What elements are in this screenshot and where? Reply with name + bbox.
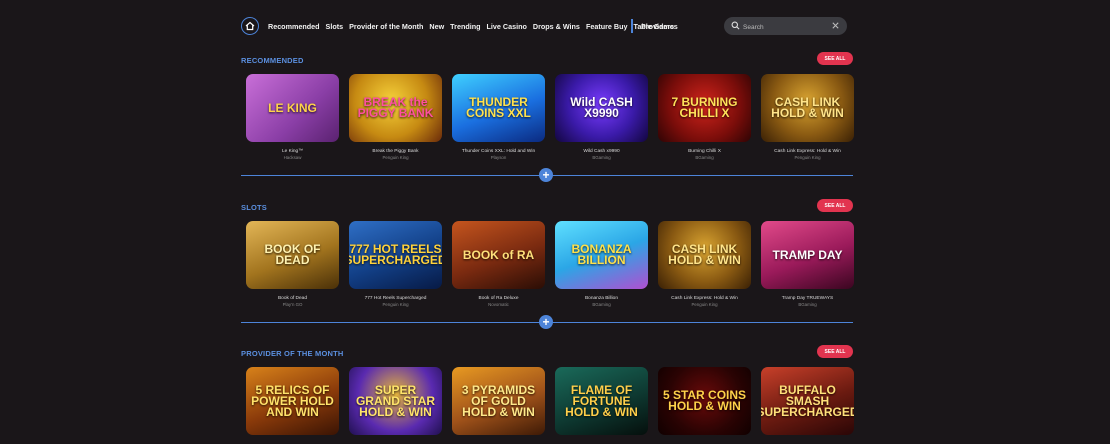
- plus-icon: +: [542, 315, 550, 329]
- game-name: Cash Link Express: Hold & Win: [774, 149, 841, 154]
- see-all-button[interactable]: SEE ALL: [817, 199, 853, 212]
- game-tile[interactable]: SUPER GRAND STAR HOLD & WIN: [349, 367, 442, 435]
- game-provider: Novomatic: [488, 302, 509, 307]
- section-title: PROVIDER OF THE MONTH: [241, 349, 344, 358]
- game-tile[interactable]: CASH LINK HOLD & WIN Cash Link Express: …: [761, 74, 854, 160]
- section-recommended: RECOMMENDED SEE ALL LE KING Le King™ Hac…: [241, 52, 854, 186]
- game-provider: Hacksaw: [283, 155, 302, 160]
- game-name: Book of Dead: [277, 296, 308, 301]
- game-tile[interactable]: Wild CASH X9990 Wild Cash x9990 BGaming: [555, 74, 648, 160]
- search-box: [724, 17, 847, 35]
- nav-slots[interactable]: Slots: [326, 22, 344, 31]
- home-icon: [245, 21, 255, 31]
- game-tile[interactable]: BUFFALO SMASH SUPERCHARGED: [761, 367, 854, 435]
- game-name: Thunder Coins XXL: Hold and Win: [461, 149, 536, 154]
- game-provider: BGaming: [592, 302, 611, 307]
- game-name: Le King™: [281, 149, 304, 154]
- game-name: Break the Piggy Bank: [372, 149, 419, 154]
- game-tile[interactable]: LE KING Le King™ Hacksaw: [246, 74, 339, 160]
- top-nav: Recommended Slots Provider of the Month …: [241, 17, 853, 37]
- nav-recommended[interactable]: Recommended: [268, 22, 320, 31]
- nav-feature-buy[interactable]: Feature Buy: [586, 22, 628, 31]
- game-tile[interactable]: BOOK OF DEAD Book of Dead Play'n GO: [246, 221, 339, 307]
- game-provider: Playson: [490, 155, 507, 160]
- home-button[interactable]: [241, 17, 259, 35]
- game-thumbnail[interactable]: 3 PYRAMIDS OF GOLD HOLD & WIN: [452, 367, 545, 435]
- game-tile[interactable]: BONANZA BILLION Bonanza Billion BGaming: [555, 221, 648, 307]
- game-name: Book of Ra Deluxe: [478, 296, 519, 301]
- game-provider: BGaming: [798, 302, 817, 307]
- section-provider-of-the-month: PROVIDER OF THE MONTH SEE ALL 5 RELICS O…: [241, 345, 854, 444]
- nav-live-casino[interactable]: Live Casino: [487, 22, 527, 31]
- plus-icon: +: [542, 168, 550, 182]
- game-provider: BGaming: [592, 155, 611, 160]
- section-title: RECOMMENDED: [241, 56, 304, 65]
- game-name: Wild Cash x9990: [583, 149, 620, 154]
- nav-providers[interactable]: Providers: [641, 22, 674, 31]
- nav-drops-wins[interactable]: Drops & Wins: [533, 22, 580, 31]
- game-tile[interactable]: 777 HOT REELS SUPERCHARGED 777 Hot Reels…: [349, 221, 442, 307]
- nav-provider-of-the-month[interactable]: Provider of the Month: [349, 22, 423, 31]
- game-name: Tramp Day TRUEWAYS: [781, 296, 834, 301]
- game-provider: Penguin King: [382, 155, 409, 160]
- game-name: 777 Hot Reels Supercharged: [364, 296, 427, 301]
- game-tile[interactable]: BOOK of RA Book of Ra Deluxe Novomatic: [452, 221, 545, 307]
- search-icon: [731, 21, 740, 30]
- expand-button[interactable]: +: [539, 315, 553, 329]
- game-provider: BGaming: [695, 155, 714, 160]
- game-thumbnail[interactable]: SUPER GRAND STAR HOLD & WIN: [349, 367, 442, 435]
- game-thumbnail[interactable]: CASH LINK HOLD & WIN: [658, 221, 751, 289]
- nav-new[interactable]: New: [429, 22, 444, 31]
- game-thumbnail[interactable]: BUFFALO SMASH SUPERCHARGED: [761, 367, 854, 435]
- game-name: Burning Chilli X: [688, 149, 721, 154]
- game-thumbnail[interactable]: BREAK the PIGGY BANK: [349, 74, 442, 142]
- game-thumbnail[interactable]: THUNDER COINS XXL: [452, 74, 545, 142]
- search-input[interactable]: [741, 20, 830, 34]
- nav-trending[interactable]: Trending: [450, 22, 480, 31]
- game-thumbnail[interactable]: TRAMP DAY: [761, 221, 854, 289]
- close-icon[interactable]: [831, 21, 840, 30]
- game-tile[interactable]: TRAMP DAY Tramp Day TRUEWAYS BGaming: [761, 221, 854, 307]
- expand-button[interactable]: +: [539, 168, 553, 182]
- game-thumbnail[interactable]: 5 RELICS OF POWER HOLD AND WIN: [246, 367, 339, 435]
- section-slots: SLOTS SEE ALL BOOK OF DEAD Book of Dead …: [241, 199, 854, 333]
- game-tile[interactable]: 5 STAR COINS HOLD & WIN: [658, 367, 751, 435]
- see-all-button[interactable]: SEE ALL: [817, 345, 853, 358]
- game-name: Cash Link Express: Hold & Win: [671, 296, 738, 301]
- game-thumbnail[interactable]: 777 HOT REELS SUPERCHARGED: [349, 221, 442, 289]
- game-thumbnail[interactable]: 5 STAR COINS HOLD & WIN: [658, 367, 751, 435]
- section-title: SLOTS: [241, 203, 268, 212]
- game-thumbnail[interactable]: 7 BURNING CHILLI X: [658, 74, 751, 142]
- game-thumbnail[interactable]: BOOK OF DEAD: [246, 221, 339, 289]
- game-tile[interactable]: CASH LINK HOLD & WIN Cash Link Express: …: [658, 221, 751, 307]
- game-provider: Penguin King: [691, 302, 718, 307]
- nav-separator: [631, 19, 633, 33]
- game-tile[interactable]: 5 RELICS OF POWER HOLD AND WIN: [246, 367, 339, 435]
- game-thumbnail[interactable]: BOOK of RA: [452, 221, 545, 289]
- game-tile[interactable]: 3 PYRAMIDS OF GOLD HOLD & WIN: [452, 367, 545, 435]
- game-tile[interactable]: BREAK the PIGGY BANK Break the Piggy Ban…: [349, 74, 442, 160]
- game-tile[interactable]: THUNDER COINS XXL Thunder Coins XXL: Hol…: [452, 74, 545, 160]
- game-provider: Penguin King: [794, 155, 821, 160]
- nav-links: Recommended Slots Provider of the Month …: [268, 22, 684, 31]
- game-thumbnail[interactable]: LE KING: [246, 74, 339, 142]
- game-provider: Penguin King: [382, 302, 409, 307]
- game-name: Bonanza Billion: [584, 296, 619, 301]
- game-thumbnail[interactable]: Wild CASH X9990: [555, 74, 648, 142]
- game-provider: Play'n GO: [282, 302, 303, 307]
- game-thumbnail[interactable]: CASH LINK HOLD & WIN: [761, 74, 854, 142]
- game-tile[interactable]: FLAME OF FORTUNE HOLD & WIN: [555, 367, 648, 435]
- see-all-button[interactable]: SEE ALL: [817, 52, 853, 65]
- game-tile[interactable]: 7 BURNING CHILLI X Burning Chilli X BGam…: [658, 74, 751, 160]
- game-thumbnail[interactable]: FLAME OF FORTUNE HOLD & WIN: [555, 367, 648, 435]
- game-thumbnail[interactable]: BONANZA BILLION: [555, 221, 648, 289]
